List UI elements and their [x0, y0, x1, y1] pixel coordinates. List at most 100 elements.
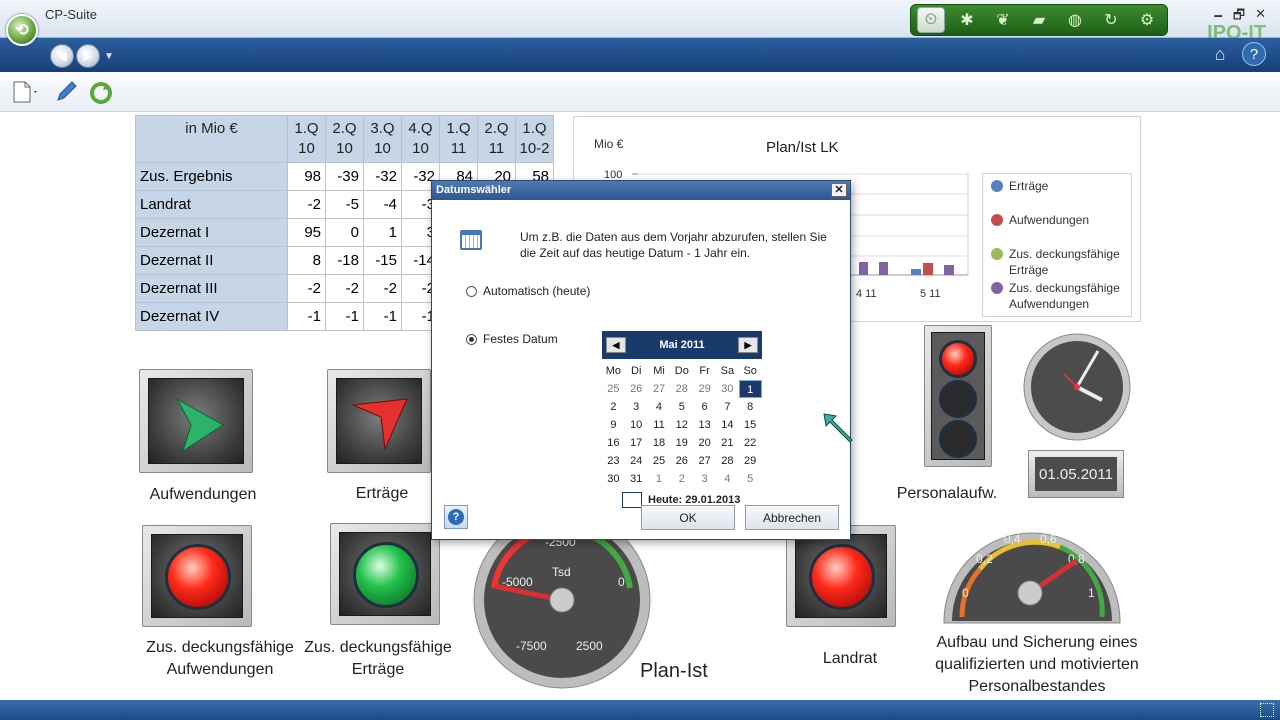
traffic-yellow-lamp	[939, 380, 977, 418]
leaf-module-icon[interactable]: ❦	[989, 7, 1017, 33]
calendar-day[interactable]: 2	[602, 398, 625, 416]
radio-button-selected[interactable]	[466, 333, 477, 345]
calendar-day[interactable]: 12	[670, 416, 693, 434]
calendar-day[interactable]: 5	[739, 470, 762, 488]
calendar-day[interactable]: 18	[648, 434, 671, 452]
ok-button[interactable]: OK	[641, 505, 735, 530]
calendar-day[interactable]: 17	[625, 434, 648, 452]
weekday-header: Di	[631, 365, 642, 377]
legend-item: Zus. deckungsfähige Erträge	[991, 246, 1131, 278]
calendar-day[interactable]: 2	[670, 470, 693, 488]
bug-module-icon[interactable]: ✱	[953, 7, 981, 33]
table-cell: 95	[287, 218, 326, 247]
edit-pencil-icon[interactable]	[54, 81, 78, 109]
plan-ist-label: Plan-Ist	[640, 660, 708, 682]
calendar-day[interactable]: 7	[716, 398, 739, 416]
calendar-day[interactable]: 16	[602, 434, 625, 452]
table-cell: -2	[363, 274, 402, 303]
mouse-cursor	[823, 413, 853, 443]
calendar-day[interactable]: 29	[739, 452, 762, 470]
calendar-day[interactable]: 24	[625, 452, 648, 470]
dialog-info-text: Um z.B. die Daten aus dem Vorjahr abzuru…	[520, 230, 827, 260]
calendar-day[interactable]: 13	[693, 416, 716, 434]
calendar-day[interactable]: 25	[602, 380, 625, 398]
x-tick-label: 4 11	[856, 288, 877, 300]
calendar-day[interactable]: 8	[739, 398, 762, 416]
calendar-day[interactable]: 28	[716, 452, 739, 470]
prev-month-button[interactable]: ◀	[606, 337, 626, 353]
personal-goal-label: Aufbau und Sicherung eines qualifizierte…	[935, 634, 1139, 695]
forward-button[interactable]: ▶	[76, 44, 100, 68]
history-dropdown-icon[interactable]: ▼	[104, 51, 114, 62]
calendar-day[interactable]: 27	[693, 452, 716, 470]
calendar-day[interactable]: 19	[670, 434, 693, 452]
dialog-close-button[interactable]: ✕	[831, 183, 847, 197]
calendar-day[interactable]: 3	[625, 398, 648, 416]
zde-tile[interactable]	[330, 523, 440, 625]
calendar-day[interactable]: 4	[648, 398, 671, 416]
help-icon[interactable]: ?	[1242, 42, 1266, 66]
calendar-day[interactable]: 23	[602, 452, 625, 470]
aufwendungen-tile[interactable]	[139, 369, 253, 473]
calendar-day[interactable]: 30	[716, 380, 739, 398]
calendar-day[interactable]: 20	[693, 434, 716, 452]
ertraege-tile[interactable]	[327, 369, 431, 473]
traffic-light-tile[interactable]	[924, 325, 992, 467]
money-module-icon[interactable]: ▰	[1025, 7, 1053, 33]
calendar-day[interactable]: 4	[716, 470, 739, 488]
gauge-hub	[549, 587, 575, 613]
calendar-day-selected[interactable]: 1	[738, 380, 762, 398]
calendar-day[interactable]: 26	[670, 452, 693, 470]
dashboard-module-icon[interactable]: ⏲	[917, 7, 945, 33]
calendar-day[interactable]: 6	[693, 398, 716, 416]
globe-module-icon[interactable]: ◍	[1061, 7, 1089, 33]
red-lamp	[165, 544, 231, 610]
calendar-day[interactable]: 31	[625, 470, 648, 488]
calendar-day[interactable]: 26	[625, 380, 648, 398]
gear-module-icon[interactable]: ⚙	[1133, 7, 1161, 33]
radio-button[interactable]	[466, 285, 477, 297]
calendar-day[interactable]: 21	[716, 434, 739, 452]
weekday-header: Sa	[720, 365, 735, 377]
radio-auto-label: Automatisch (heute)	[483, 284, 591, 298]
calendar-day[interactable]: 9	[602, 416, 625, 434]
resize-grip-icon[interactable]	[1260, 703, 1274, 717]
status-bar	[0, 700, 1280, 720]
back-button[interactable]: ◀	[50, 44, 74, 68]
calendar-day[interactable]: 14	[716, 416, 739, 434]
gauge-tick: 0	[618, 575, 625, 589]
home-icon[interactable]: ⌂	[1208, 42, 1232, 66]
calendar-day[interactable]: 11	[648, 416, 671, 434]
app-menu-orb[interactable]: ⟲	[6, 14, 38, 46]
calendar-day[interactable]: 10	[625, 416, 648, 434]
zda-tile[interactable]	[142, 525, 252, 627]
cancel-button[interactable]: Abbrechen	[745, 505, 839, 530]
clock-center	[1074, 384, 1080, 390]
calendar-day[interactable]: 29	[693, 380, 716, 398]
radio-automatic[interactable]: Automatisch (heute)	[466, 284, 590, 298]
calendar-day[interactable]: 25	[648, 452, 671, 470]
dialog-title: Datumswähler	[436, 184, 512, 196]
calendar-month-label: Mai 2011	[659, 339, 705, 351]
calendar-day[interactable]: 28	[670, 380, 693, 398]
refresh-module-icon[interactable]: ↻	[1097, 7, 1125, 33]
dialog-help-button[interactable]: ?	[444, 505, 468, 529]
calendar-day[interactable]: 1	[648, 470, 671, 488]
refresh-icon[interactable]	[88, 81, 114, 111]
weekday-header: Mi	[653, 365, 665, 377]
landrat-tile[interactable]	[786, 525, 896, 627]
calendar-day[interactable]: 27	[648, 380, 671, 398]
radio-fixed-date[interactable]: Festes Datum	[466, 332, 558, 346]
calendar-day[interactable]: 3	[693, 470, 716, 488]
legend-item: Erträge	[991, 178, 1131, 194]
new-document-icon[interactable]	[12, 81, 38, 109]
calendar-day[interactable]: 30	[602, 470, 625, 488]
personalaufw-label: Personalaufw.	[896, 485, 998, 502]
calendar-day[interactable]: 5	[670, 398, 693, 416]
next-month-button[interactable]: ▶	[737, 337, 758, 353]
calendar-day[interactable]: 22	[739, 434, 762, 452]
date-display-frame: 01.05.2011	[1028, 450, 1124, 498]
date-picker-dialog: Datumswähler ✕ Um z.B. die Daten aus dem…	[431, 180, 851, 540]
calendar-day[interactable]: 15	[739, 416, 762, 434]
legend-swatch	[991, 180, 1003, 192]
